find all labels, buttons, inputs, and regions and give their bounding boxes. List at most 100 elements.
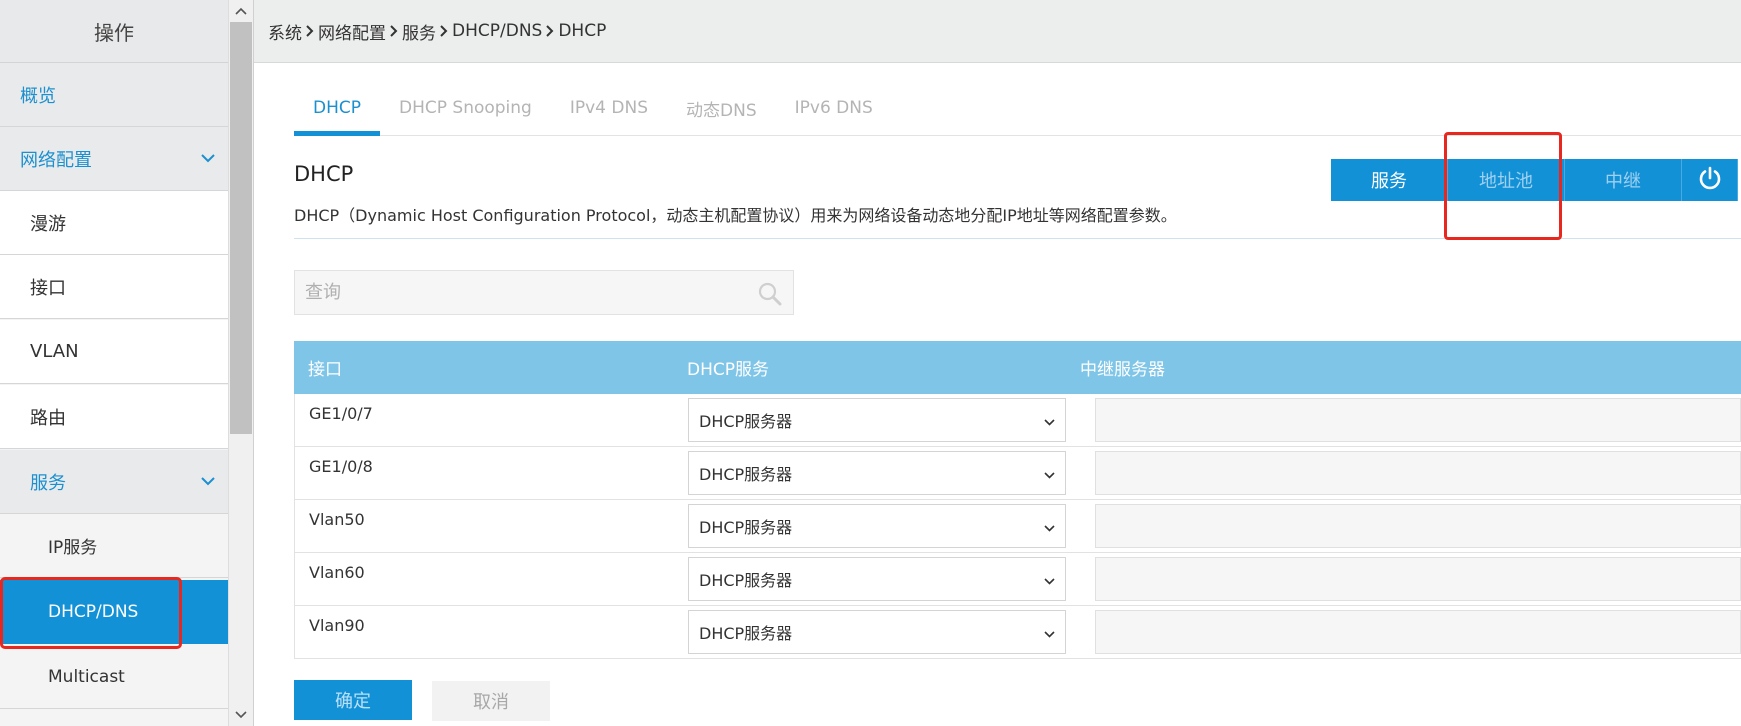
column-header-dhcp-service: DHCP服务 [687,360,769,380]
sidebar-item-label: VLAN [30,341,79,362]
sidebar-item-ip-services[interactable]: IP服务 [0,514,228,578]
select-value: DHCP服务器 [699,624,793,643]
mode-button-group: 服务 地址池 中继 [1331,159,1738,201]
chevron-down-icon [188,477,228,486]
breadcrumb: 系统 网络配置 服务 DHCP/DNS DHCP [254,0,1741,63]
relay-server-cell [1081,500,1741,552]
table-row: Vlan60 DHCP服务器 [294,553,1741,606]
sidebar-item-label: 服务 [30,472,66,494]
breadcrumb-item[interactable]: DHCP/DNS [452,21,542,41]
page-title: DHCP [294,162,354,186]
tab-ipv6-dns[interactable]: IPv6 DNS [776,80,892,136]
select-value: DHCP服务器 [699,518,793,537]
table-row: Vlan90 DHCP服务器 [294,606,1741,659]
sidebar-item-label: 漫游 [30,213,66,235]
chevron-right-icon [546,25,554,37]
chevron-down-icon [1044,411,1055,430]
sidebar-item-overview[interactable]: 概览 [0,63,228,127]
sidebar-item-label: 概览 [20,85,56,107]
relay-server-input[interactable] [1095,398,1741,442]
breadcrumb-item[interactable]: 服务 [402,19,436,44]
relay-server-cell [1081,606,1741,658]
sidebar-item-multicast[interactable]: Multicast [0,645,228,709]
sidebar-item-label: 接口 [30,277,66,299]
relay-button[interactable]: 中继 [1565,159,1682,201]
select-value: DHCP服务器 [699,412,793,431]
select-value: DHCP服务器 [699,571,793,590]
cancel-button[interactable]: 取消 [432,681,550,721]
breadcrumb-item[interactable]: 网络配置 [318,19,386,44]
chevron-right-icon [440,25,448,37]
interface-name: GE1/0/7 [309,404,373,423]
breadcrumb-item-current: DHCP [558,21,607,41]
ok-button[interactable]: 确定 [294,680,412,720]
scrollbar-thumb[interactable] [230,22,252,434]
sidebar-scrollbar[interactable] [228,0,254,726]
sidebar-item-label: DHCP/DNS [48,602,139,622]
tab-ipv4-dns[interactable]: IPv4 DNS [551,80,667,136]
sidebar-item-network-config[interactable]: 网络配置 [0,127,228,191]
chevron-right-icon [306,25,314,37]
dhcp-service-select[interactable]: DHCP服务器 [688,610,1066,654]
table-row: Vlan50 DHCP服务器 [294,500,1741,553]
relay-server-input[interactable] [1095,451,1741,495]
relay-server-cell [1081,553,1741,605]
sidebar-item-routing[interactable]: 路由 [0,385,228,449]
dhcp-service-select[interactable]: DHCP服务器 [688,504,1066,548]
page-description: DHCP（Dynamic Host Configuration Protocol… [294,206,1177,225]
search-icon[interactable] [757,281,783,307]
scroll-up-icon[interactable] [229,0,253,22]
sidebar-item-label: IP服务 [48,538,98,558]
dhcp-service-cell: DHCP服务器 [688,553,1081,605]
interface-name: Vlan50 [309,510,365,529]
relay-server-input[interactable] [1095,610,1741,654]
sidebar-item-roaming[interactable]: 漫游 [0,191,228,255]
breadcrumb-item[interactable]: 系统 [268,19,302,44]
tab-bar: DHCP DHCP Snooping IPv4 DNS 动态DNS IPv6 D… [294,80,1741,136]
search-box [294,270,794,315]
table-row: GE1/0/7 DHCP服务器 [294,394,1741,447]
service-button[interactable]: 服务 [1331,159,1448,201]
scroll-down-icon[interactable] [229,704,253,726]
chevron-right-icon [390,25,398,37]
sidebar-header-label: 操作 [94,20,134,45]
power-button[interactable] [1682,159,1738,201]
sidebar-item-label: 路由 [30,407,66,429]
sidebar: 操作 概览 网络配置 漫游 接口 VLAN 路由 服务 IP服务 DHCP/DN… [0,0,228,726]
dhcp-service-cell: DHCP服务器 [688,500,1081,552]
sidebar-item-label: 网络配置 [20,149,92,171]
chevron-down-icon [1044,623,1055,642]
relay-server-cell [1081,394,1741,446]
dhcp-service-select[interactable]: DHCP服务器 [688,398,1066,442]
interface-name: Vlan90 [309,616,365,635]
address-pool-button[interactable]: 地址池 [1448,159,1565,201]
chevron-down-icon [1044,517,1055,536]
relay-server-input[interactable] [1095,504,1741,548]
chevron-down-icon [188,154,228,163]
dhcp-service-select[interactable]: DHCP服务器 [688,557,1066,601]
power-icon [1697,165,1723,196]
sidebar-item-vlan[interactable]: VLAN [0,320,228,384]
chevron-down-icon [1044,464,1055,483]
sidebar-item-dhcp-dns[interactable]: DHCP/DNS [0,580,228,644]
main-content: 系统 网络配置 服务 DHCP/DNS DHCP DHCP DHCP Snoop… [254,0,1741,726]
interface-name: GE1/0/8 [309,457,373,476]
sidebar-header: 操作 [0,0,228,63]
section-divider [294,238,1741,239]
sidebar-item-services[interactable]: 服务 [0,450,228,514]
column-header-relay-server: 中继服务器 [1080,360,1165,380]
tab-dhcp-snooping[interactable]: DHCP Snooping [380,80,551,136]
tab-dhcp[interactable]: DHCP [294,80,380,136]
search-input[interactable] [295,271,745,314]
dhcp-service-select[interactable]: DHCP服务器 [688,451,1066,495]
tab-dynamic-dns[interactable]: 动态DNS [667,80,776,136]
relay-server-cell [1081,447,1741,499]
table-row: GE1/0/8 DHCP服务器 [294,447,1741,500]
relay-server-input[interactable] [1095,557,1741,601]
dhcp-service-cell: DHCP服务器 [688,447,1081,499]
sidebar-item-interface[interactable]: 接口 [0,255,228,319]
select-value: DHCP服务器 [699,465,793,484]
table-header-row: 接口 DHCP服务 中继服务器 [294,341,1741,394]
chevron-down-icon [1044,570,1055,589]
interface-name: Vlan60 [309,563,365,582]
